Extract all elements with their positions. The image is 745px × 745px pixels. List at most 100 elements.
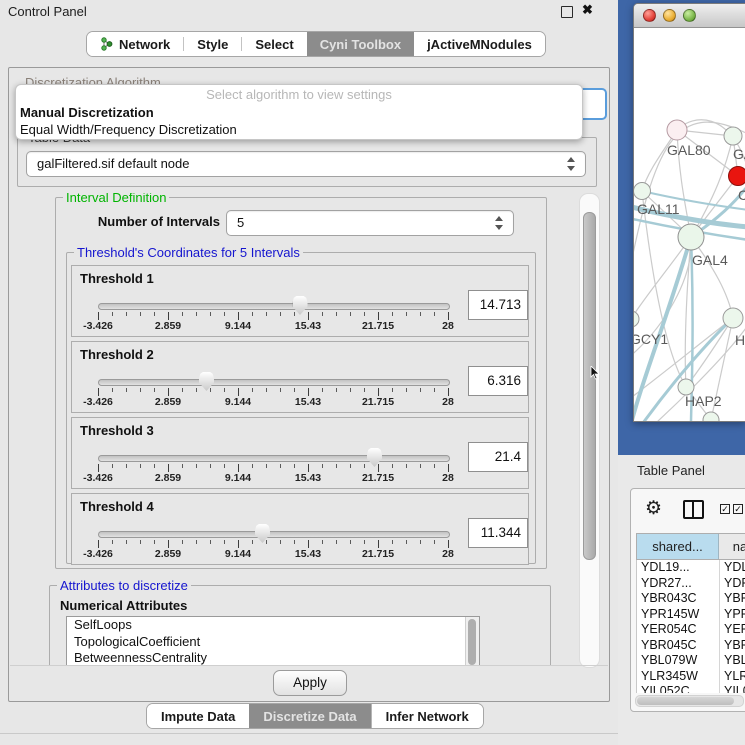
- threshold-panel: Threshold 2 -3.4262.8599.14415.4321.71528…: [71, 341, 529, 413]
- network-window-titlebar[interactable]: [634, 4, 745, 28]
- threshold-value-field[interactable]: 6.316: [468, 366, 528, 396]
- checkbox-icon[interactable]: ✓: [733, 504, 743, 514]
- tab-label: Network: [119, 37, 170, 52]
- threshold-label: Threshold 1: [80, 271, 154, 286]
- column-header-shared-name[interactable]: shared...: [637, 534, 719, 559]
- table-horizontal-scrollbar[interactable]: [635, 695, 744, 707]
- settings-vertical-scrollbar[interactable]: [579, 193, 600, 668]
- node-table: shared... name YDL19...YDL1YDR27...YDR2Y…: [636, 533, 745, 693]
- table-hscrollbar-thumb[interactable]: [637, 697, 734, 705]
- network-node[interactable]: [634, 183, 651, 200]
- tab-select[interactable]: Select: [242, 32, 306, 56]
- table-row[interactable]: YIL052CYIL0: [637, 684, 745, 693]
- threshold-label: Threshold 2: [80, 347, 154, 362]
- checkbox-icon[interactable]: ✓: [720, 504, 730, 514]
- attributes-group: Attributes to discretize Numerical Attri…: [49, 585, 551, 666]
- table-data-combo[interactable]: galFiltered.sif default node: [26, 151, 586, 177]
- cell-shared-name: YLR345W: [637, 669, 720, 685]
- tab-infer-network[interactable]: Infer Network: [371, 704, 483, 728]
- network-node[interactable]: [724, 127, 742, 145]
- table-row[interactable]: YDR27...YDR2: [637, 576, 745, 592]
- cell-name: YBL0: [720, 653, 745, 669]
- network-node-label: GAL11: [637, 201, 680, 217]
- slider-track[interactable]: [98, 531, 450, 538]
- network-node[interactable]: [667, 120, 687, 140]
- top-tabbar: Network Style Select Cyni Toolbox jActiv…: [86, 31, 546, 57]
- table-panel-area: Table Panel ⚙ ✓ ✓ shared... name YDL19..…: [618, 455, 745, 745]
- apply-separator: [10, 665, 608, 666]
- float-window-icon[interactable]: [561, 6, 573, 18]
- attributes-scrollbar[interactable]: [465, 617, 479, 666]
- network-node[interactable]: [634, 311, 639, 327]
- network-node-label: C: [738, 187, 745, 203]
- number-of-intervals-label: Number of Intervals: [84, 214, 220, 229]
- close-icon[interactable]: ✖: [582, 2, 593, 18]
- network-node-label: H: [735, 332, 745, 348]
- node-table-panel: ⚙ ✓ ✓ shared... name YDL19...YDL1YDR27..…: [630, 488, 745, 712]
- table-row[interactable]: YBR043CYBR0: [637, 591, 745, 607]
- cell-shared-name: YER054C: [637, 622, 720, 638]
- gear-icon[interactable]: ⚙: [645, 497, 662, 520]
- attribute-item[interactable]: TopologicalCoefficient: [67, 634, 479, 651]
- mouse-cursor: [590, 366, 600, 380]
- screen: { "window": { "title": "Control Panel" }…: [0, 0, 745, 745]
- table-data-group: Table Data galFiltered.sif default node: [17, 137, 597, 187]
- interval-definition-group: Interval Definition Number of Intervals …: [55, 197, 547, 569]
- threshold-value-field[interactable]: 14.713: [468, 290, 528, 320]
- dropdown-option-equal-width[interactable]: Equal Width/Frequency Discretization: [16, 121, 582, 138]
- threshold-value-field[interactable]: 11.344: [468, 518, 528, 548]
- network-node[interactable]: [678, 224, 704, 250]
- network-node-label: HAP2: [685, 393, 722, 409]
- close-traffic-light[interactable]: [643, 9, 656, 22]
- table-row[interactable]: YPR145WYPR1: [637, 607, 745, 623]
- tab-cyni-toolbox[interactable]: Cyni Toolbox: [307, 32, 414, 56]
- cell-shared-name: YDR27...: [637, 576, 720, 592]
- cell-shared-name: YPR145W: [637, 607, 720, 623]
- cell-shared-name: YBR045C: [637, 638, 720, 654]
- table-row[interactable]: YDL19...YDL1: [637, 560, 745, 576]
- column-header-name[interactable]: name: [719, 534, 745, 559]
- tab-discretize-data[interactable]: Discretize Data: [249, 704, 370, 728]
- attribute-item[interactable]: BetweennessCentrality: [67, 650, 479, 666]
- slider-tick-labels: -3.4262.8599.14415.4321.71528: [98, 548, 448, 559]
- number-of-intervals-combo[interactable]: 5: [226, 210, 514, 236]
- network-node[interactable]: [729, 167, 745, 186]
- tab-impute-data[interactable]: Impute Data: [147, 704, 249, 728]
- dropdown-placeholder-option[interactable]: Select algorithm to view settings: [16, 85, 582, 104]
- slider-track[interactable]: [98, 303, 450, 310]
- thresholds-group-label: Threshold's Coordinates for 5 Intervals: [74, 245, 303, 260]
- table-row[interactable]: YLR345WYLR3: [637, 669, 745, 685]
- threshold-value-field[interactable]: 21.4: [468, 442, 528, 472]
- table-row[interactable]: YBL079WYBL0: [637, 653, 745, 669]
- number-of-intervals-value: 5: [237, 215, 244, 230]
- network-node[interactable]: [723, 308, 743, 328]
- network-edges-gray: [634, 120, 745, 421]
- panel-title: Control Panel: [8, 4, 87, 19]
- bottom-tabbar: Impute Data Discretize Data Infer Networ…: [146, 703, 484, 729]
- attributes-group-label: Attributes to discretize: [57, 578, 191, 593]
- slider-track[interactable]: [98, 379, 450, 386]
- dropdown-option-manual-discretization[interactable]: Manual Discretization: [16, 104, 582, 121]
- slider-track[interactable]: [98, 455, 450, 462]
- tab-label: jActiveMNodules: [427, 37, 532, 52]
- cell-name: YIL0: [720, 684, 745, 693]
- table-row[interactable]: YER054CYER0: [637, 622, 745, 638]
- thresholds-group: Threshold's Coordinates for 5 Intervals …: [66, 252, 536, 564]
- slider-tick-labels: -3.4262.8599.14415.4321.71528: [98, 320, 448, 331]
- settings-scrollview: Interval Definition Number of Intervals …: [15, 193, 581, 666]
- columns-icon[interactable]: [683, 500, 704, 519]
- network-canvas[interactable]: GAL80GACGAL11GAL4HGCY1HAP2: [634, 28, 745, 421]
- zoom-traffic-light[interactable]: [683, 9, 696, 22]
- tab-network[interactable]: Network: [87, 32, 183, 56]
- apply-button[interactable]: Apply: [273, 670, 347, 696]
- tab-jactivemnodules[interactable]: jActiveMNodules: [414, 32, 545, 56]
- settings-scrollbar-thumb[interactable]: [583, 212, 596, 560]
- attributes-scrollbar-thumb[interactable]: [468, 619, 476, 665]
- threshold-panel: Threshold 1 -3.4262.8599.14415.4321.71528…: [71, 265, 529, 337]
- minimize-traffic-light[interactable]: [663, 9, 676, 22]
- cell-name: YER0: [720, 622, 745, 638]
- slider-tick-labels: -3.4262.8599.14415.4321.71528: [98, 396, 448, 407]
- table-row[interactable]: YBR045CYBR0: [637, 638, 745, 654]
- attribute-item[interactable]: SelfLoops: [67, 617, 479, 634]
- tab-style[interactable]: Style: [184, 32, 241, 56]
